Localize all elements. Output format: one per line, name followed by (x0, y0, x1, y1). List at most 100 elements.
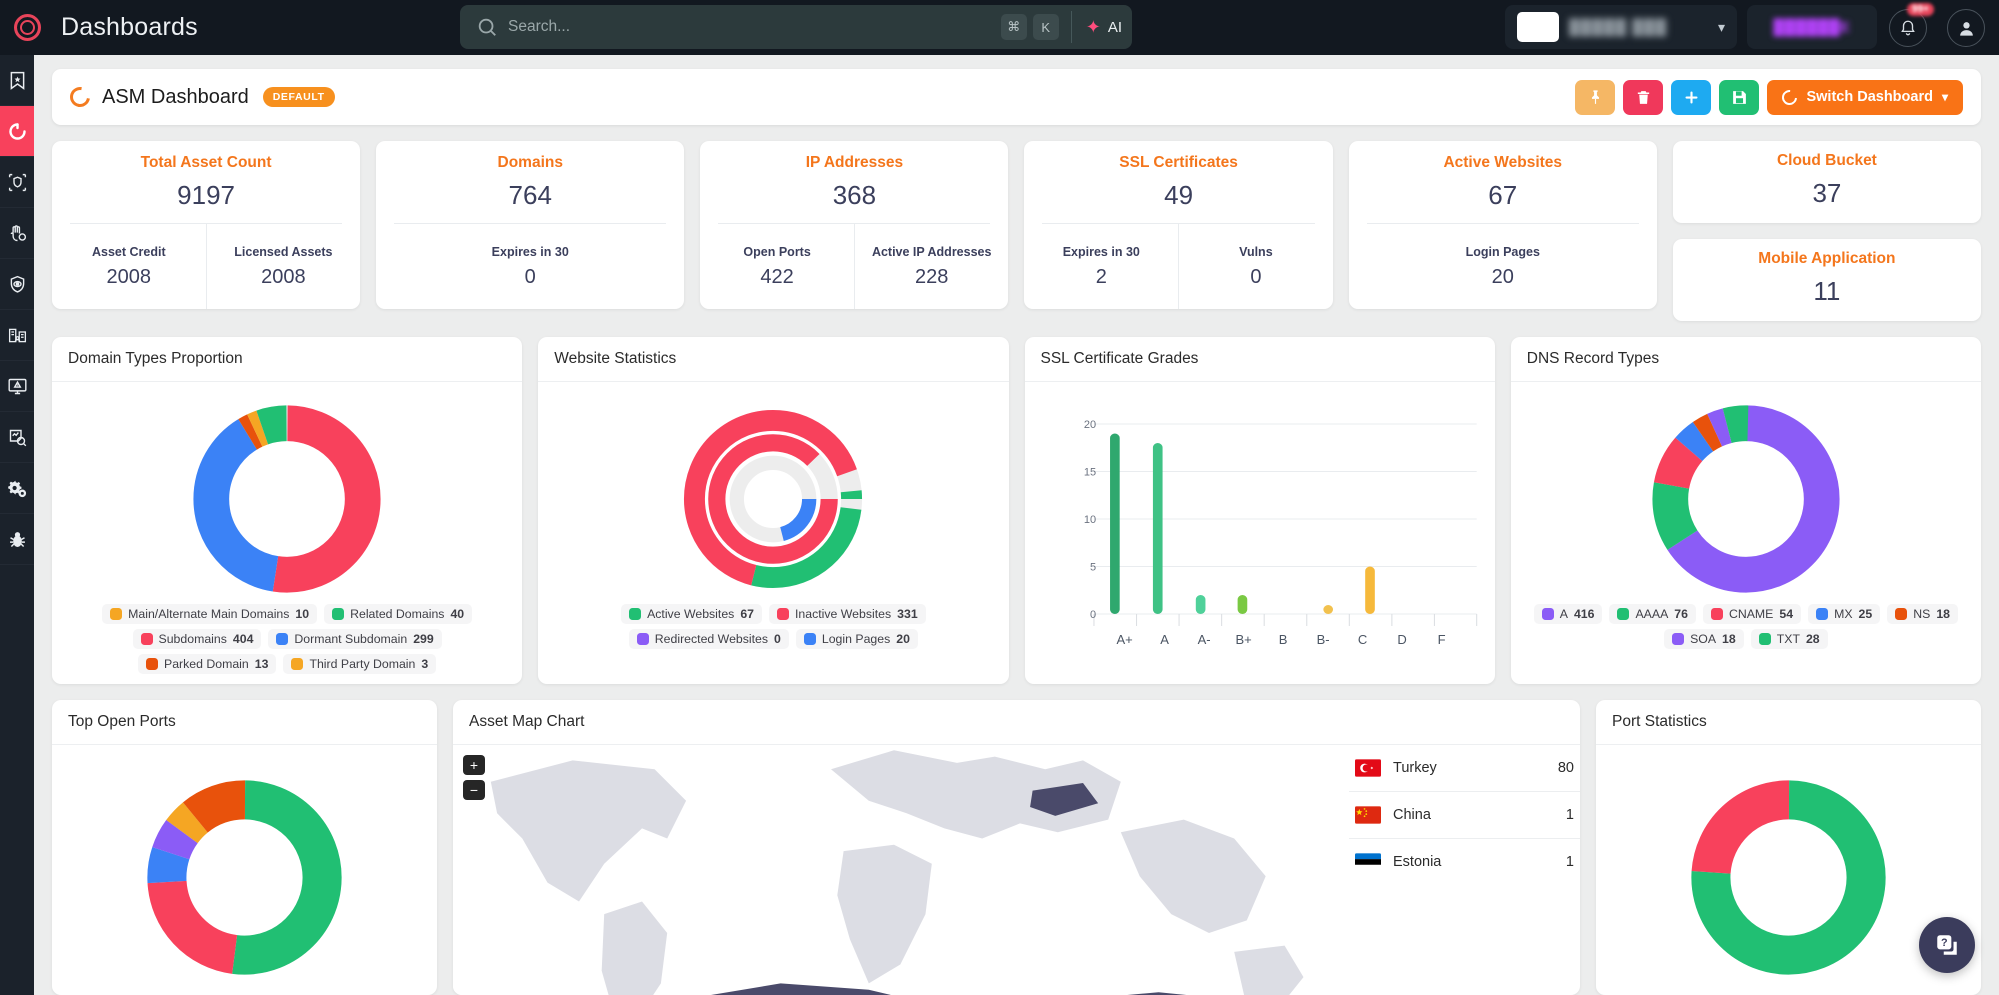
panel-title: DNS Record Types (1510, 337, 1981, 382)
plan-badge[interactable]: ██████E (1747, 5, 1877, 49)
sidebar-item-reports[interactable] (0, 412, 34, 463)
stat-card-domains[interactable]: Domains 764 Expires in 30 0 (376, 141, 685, 309)
sub-label: Login Pages (1465, 244, 1540, 259)
svg-text:A: A (1160, 632, 1169, 647)
sidebar-item-shield-scan[interactable] (0, 157, 34, 208)
delete-dashboard-button[interactable] (1623, 79, 1664, 115)
map-zoom-out-button[interactable]: − (463, 780, 485, 800)
sidebar-item-bookmark-star[interactable] (0, 55, 34, 106)
legend-domain-types: Main/Alternate Main Domains 10 Related D… (62, 604, 512, 674)
map-svg (490, 750, 1304, 995)
legend-item[interactable]: Related Domains 40 (324, 604, 473, 624)
stat-card-cloud-bucket[interactable]: Cloud Bucket 37 (1672, 141, 1981, 223)
list-item[interactable]: Turkey 80 (1349, 745, 1580, 792)
donut-chart-top-open-ports[interactable] (62, 757, 427, 995)
stat-value: 11 (1813, 276, 1841, 306)
legend-label: TXT (1776, 632, 1800, 646)
stat-value: 368 (832, 180, 877, 210)
ring-logo-icon (14, 14, 41, 41)
legend-item[interactable]: TXT 28 (1750, 629, 1828, 649)
sidebar-item-threat-hand[interactable] (0, 208, 34, 259)
search-input[interactable] (508, 18, 995, 36)
legend-item[interactable]: Login Pages 20 (795, 629, 918, 649)
legend-value: 40 (450, 607, 465, 621)
legend-color-swatch (291, 658, 304, 670)
sub-stat: Vulns 0 (1178, 224, 1333, 309)
pin-dashboard-button[interactable] (1575, 79, 1616, 115)
list-item[interactable]: Estonia 1 (1349, 839, 1580, 885)
map-zoom-in-button[interactable]: + (463, 755, 485, 775)
sidebar-item-asm-dashboard[interactable] (0, 106, 34, 157)
legend-value: 28 (1805, 632, 1820, 646)
donut-chart-dns-records[interactable] (1521, 394, 1971, 604)
legend-item[interactable]: NS 18 (1887, 604, 1958, 624)
legend-label: Redirected Websites (654, 632, 769, 646)
org-logo (1517, 12, 1559, 42)
save-dashboard-button[interactable] (1719, 79, 1760, 115)
world-map[interactable]: + − (453, 745, 1335, 995)
search-bar[interactable]: ⌘ K ✦ AI (460, 5, 1132, 49)
legend-value: 54 (1779, 607, 1794, 621)
legend-label: Active Websites (647, 607, 735, 621)
legend-item[interactable]: Dormant Subdomain 299 (268, 629, 442, 649)
legend-item[interactable]: Redirected Websites 0 (628, 629, 789, 649)
stat-card-ip-addresses[interactable]: IP Addresses 368 Open Ports 422 Active I… (700, 141, 1009, 309)
orange-ring-icon (1779, 86, 1801, 108)
panel-title: Port Statistics (1596, 700, 1981, 745)
sidebar-item-monitoring-eye[interactable] (0, 259, 34, 310)
legend-item[interactable]: MX 25 (1808, 604, 1881, 624)
building-people-icon (8, 328, 26, 342)
sub-value: 20 (1491, 265, 1514, 288)
help-button[interactable]: ? (1919, 917, 1975, 973)
sidebar-item-bug-bounty[interactable] (0, 514, 34, 565)
dashboard-actions: Switch Dashboard ▾ (1575, 79, 1963, 115)
legend-label: Main/Alternate Main Domains (128, 607, 290, 621)
list-item[interactable]: China 1 (1349, 792, 1580, 839)
legend-item[interactable]: A 416 (1533, 604, 1603, 624)
stat-card-active-websites[interactable]: Active Websites 67 Login Pages 20 (1348, 141, 1657, 309)
legend-item[interactable]: CNAME 54 (1702, 604, 1802, 624)
switch-dashboard-button[interactable]: Switch Dashboard ▾ (1767, 79, 1963, 115)
sub-value: 2 (1095, 265, 1107, 288)
avatar[interactable] (1947, 9, 1985, 47)
sidebar-item-alerts[interactable] (0, 361, 34, 412)
sidebar-item-settings[interactable] (0, 463, 34, 514)
legend-color-swatch (636, 633, 649, 645)
trash-icon (1637, 90, 1650, 104)
notifications-button[interactable]: 99+ (1889, 3, 1934, 47)
sidebar-item-organization[interactable] (0, 310, 34, 361)
sub-value: 0 (1250, 265, 1262, 288)
sub-stat: Licensed Assets 2008 (205, 224, 361, 309)
legend-color-swatch (146, 658, 158, 670)
legend-item[interactable]: Active Websites 67 (621, 604, 762, 624)
brand-logo[interactable] (0, 0, 55, 55)
panel-body (52, 745, 437, 995)
legend-label: Related Domains (350, 607, 445, 621)
legend-item[interactable]: Main/Alternate Main Domains 10 (102, 604, 318, 624)
legend-item[interactable]: Parked Domain 13 (138, 654, 277, 674)
bar-chart-ssl-grades[interactable]: 20 15 10 5 0 A+ A A- B+ B B- C D F (1035, 394, 1485, 649)
legend-color-swatch (332, 608, 345, 620)
donut-chart-domain-types[interactable] (62, 394, 512, 604)
stat-label: Mobile Application (1758, 250, 1896, 267)
legend-item[interactable]: SOA 18 (1664, 629, 1744, 649)
org-switcher[interactable]: █████ ███ ▾ (1505, 5, 1737, 49)
legend-label: Login Pages (821, 632, 891, 646)
legend-item[interactable]: Subdomains 404 (132, 629, 262, 649)
gears-icon (7, 480, 26, 497)
stat-card-mobile-application[interactable]: Mobile Application 11 (1672, 239, 1981, 321)
legend-item[interactable]: AAAA 76 (1609, 604, 1696, 624)
donut-chart-port-statistics[interactable] (1606, 757, 1971, 995)
status-badge: DEFAULT (262, 87, 335, 107)
legend-item[interactable]: Inactive Websites 331 (769, 604, 926, 624)
svg-text:15: 15 (1083, 467, 1095, 479)
stat-card-ssl-certificates[interactable]: SSL Certificates 49 Expires in 30 2 Vuln… (1024, 141, 1333, 309)
stat-card-total-asset-count[interactable]: Total Asset Count 9197 Asset Credit 2008… (52, 141, 361, 309)
ai-button[interactable]: ✦ AI (1070, 11, 1122, 43)
legend-color-swatch (110, 608, 123, 620)
legend-item[interactable]: Third Party Domain 3 (283, 654, 437, 674)
stat-value: 37 (1812, 178, 1842, 208)
donut-chart-website-statistics[interactable] (548, 394, 998, 604)
add-widget-button[interactable] (1671, 79, 1712, 115)
svg-text:5: 5 (1090, 562, 1096, 574)
